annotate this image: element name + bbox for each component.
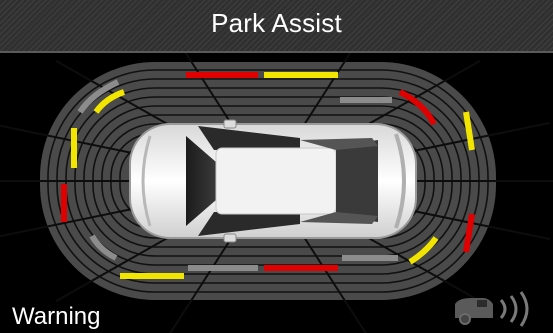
car-top-view-icon [129,119,417,243]
page-title: Park Assist [211,8,342,38]
park-assist-screen: Park Assist Warning [0,0,553,333]
title-bar: Park Assist [0,0,553,53]
parking-sensor-icon [455,291,529,327]
status-label: Warning [12,303,101,330]
